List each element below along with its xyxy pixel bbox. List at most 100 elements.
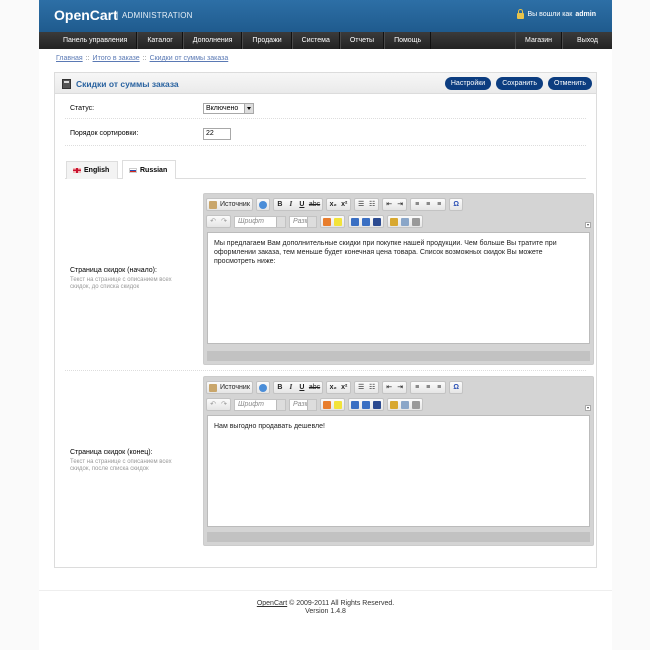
numbered-list-icon[interactable]: ☰	[357, 200, 365, 209]
bulleted-list-icon[interactable]: ☷	[368, 383, 376, 392]
save-button[interactable]: Сохранить	[496, 77, 543, 90]
source-group: Источник	[206, 198, 253, 211]
link-icon[interactable]	[351, 217, 359, 226]
logged-in-info: Вы вошли как admin	[517, 8, 596, 19]
content-box: Скидки от суммы заказа Настройки Сохрани…	[54, 72, 597, 568]
unlink-icon[interactable]	[362, 217, 370, 226]
breadcrumb-home[interactable]: Главная	[56, 55, 83, 62]
align-center-icon[interactable]: ≡	[424, 383, 432, 392]
menu-help[interactable]: Помощь	[384, 32, 432, 49]
editor-bottom-content[interactable]: Нам выгодно продавать дешевле!	[207, 415, 590, 527]
collapse-toolbar-icon[interactable]	[585, 405, 591, 411]
special-char-icon[interactable]: Ω	[452, 200, 460, 209]
redo-icon[interactable]: ↷	[220, 217, 228, 226]
sort-order-input[interactable]: 22	[203, 128, 231, 140]
hr-icon[interactable]	[412, 217, 420, 226]
outdent-icon[interactable]: ⇤	[385, 200, 393, 209]
breadcrumb-current[interactable]: Скидки от суммы заказа	[150, 55, 229, 62]
table-icon[interactable]	[401, 400, 409, 409]
align-right-icon[interactable]: ≡	[435, 383, 443, 392]
source-icon	[209, 200, 217, 209]
sort-order-label: Порядок сортировки:	[70, 130, 139, 137]
bulleted-list-icon[interactable]: ☷	[368, 200, 376, 209]
undo-icon[interactable]: ↶	[209, 400, 217, 409]
bg-color-icon[interactable]	[334, 400, 342, 409]
spellcheck-icon[interactable]	[258, 383, 267, 392]
editor-bottom-status-bar	[207, 532, 590, 542]
menu-system[interactable]: Система	[291, 32, 340, 49]
bold-icon[interactable]: B	[276, 383, 284, 392]
superscript-icon[interactable]: x²	[340, 383, 348, 392]
spellcheck-icon[interactable]	[258, 200, 267, 209]
strike-icon[interactable]: abc	[309, 200, 320, 209]
app-logo[interactable]: OpenCart	[54, 7, 118, 23]
subscript-icon[interactable]: x₂	[329, 200, 337, 209]
italic-icon[interactable]: I	[287, 200, 295, 209]
hr-icon[interactable]	[412, 400, 420, 409]
footer-version: Version 1.4.8	[305, 608, 346, 615]
undo-group: ↶ ↷	[206, 398, 231, 411]
insert-group	[387, 215, 423, 228]
table-icon[interactable]	[401, 217, 409, 226]
unlink-icon[interactable]	[362, 400, 370, 409]
link-group: Ω	[449, 198, 464, 211]
link-icon[interactable]	[351, 400, 359, 409]
text-color-icon[interactable]	[323, 217, 331, 226]
editor-top-content[interactable]: Мы предлагаем Вам дополнительные скидки …	[207, 232, 590, 344]
bg-color-icon[interactable]	[334, 217, 342, 226]
text-color-icon[interactable]	[323, 400, 331, 409]
footer-brand-link[interactable]: OpenCart	[257, 600, 287, 607]
admin-frame: OpenCart | ADMINISTRATION Вы вошли как a…	[39, 0, 612, 650]
align-center-icon[interactable]: ≡	[424, 200, 432, 209]
source-button[interactable]: Источник	[220, 200, 250, 209]
editor-toolbar-row1: Источник B I U abc x₂ x² ☰ ☷ ⇤ ⇥ ≡ ≡ ≡ Ω	[206, 380, 591, 395]
indent-icon[interactable]: ⇥	[396, 383, 404, 392]
menu-dashboard[interactable]: Панель управления	[54, 32, 138, 49]
font-dropdown[interactable]: Шрифт	[234, 398, 286, 411]
menu-sales[interactable]: Продажи	[242, 32, 292, 49]
underline-icon[interactable]: U	[298, 383, 306, 392]
align-right-icon[interactable]: ≡	[435, 200, 443, 209]
font-dropdown[interactable]: Шрифт	[234, 215, 286, 228]
breadcrumb-order-totals[interactable]: Итого в заказе	[93, 55, 140, 62]
source-button[interactable]: Источник	[220, 383, 250, 392]
status-select[interactable]: Включено	[203, 103, 254, 114]
anchor-icon[interactable]	[373, 217, 381, 226]
image-icon[interactable]	[390, 217, 398, 226]
redo-icon[interactable]: ↷	[220, 400, 228, 409]
discount-bottom-label: Страница скидок (конец):	[70, 449, 153, 456]
size-dropdown[interactable]: Разм	[289, 215, 317, 228]
underline-icon[interactable]: U	[298, 200, 306, 209]
align-left-icon[interactable]: ≡	[413, 383, 421, 392]
uk-flag-icon	[73, 168, 81, 173]
image-icon[interactable]	[390, 400, 398, 409]
indent-group: ⇤ ⇥	[382, 198, 408, 211]
indent-icon[interactable]: ⇥	[396, 200, 404, 209]
discount-top-label-block: Страница скидок (начало): Текст на стран…	[70, 267, 180, 291]
footer-copyright-line: OpenCart © 2009-2011 All Rights Reserved…	[39, 600, 612, 607]
chevron-down-icon	[244, 104, 253, 113]
settings-button[interactable]: Настройки	[444, 77, 492, 90]
menu-reports[interactable]: Отчеты	[339, 32, 385, 49]
menu-logout[interactable]: Выход	[562, 32, 612, 49]
outdent-icon[interactable]: ⇤	[385, 383, 393, 392]
strike-icon[interactable]: abc	[309, 383, 320, 392]
collapse-toolbar-icon[interactable]	[585, 222, 591, 228]
undo-icon[interactable]: ↶	[209, 217, 217, 226]
menu-extensions[interactable]: Дополнения	[182, 32, 243, 49]
cancel-button[interactable]: Отменить	[548, 77, 592, 90]
numbered-list-icon[interactable]: ☰	[357, 383, 365, 392]
tab-russian[interactable]: Russian	[122, 160, 177, 179]
superscript-icon[interactable]: x²	[340, 200, 348, 209]
align-left-icon[interactable]: ≡	[413, 200, 421, 209]
anchor-icon[interactable]	[373, 400, 381, 409]
menu-store[interactable]: Магазин	[515, 32, 563, 49]
subscript-icon[interactable]: x₂	[329, 383, 337, 392]
special-char-icon[interactable]: Ω	[452, 383, 460, 392]
status-label: Статус:	[70, 105, 95, 112]
tab-english[interactable]: English	[66, 161, 119, 179]
italic-icon[interactable]: I	[287, 383, 295, 392]
menu-catalog[interactable]: Каталог	[137, 32, 183, 49]
size-dropdown[interactable]: Разм	[289, 398, 317, 411]
bold-icon[interactable]: B	[276, 200, 284, 209]
